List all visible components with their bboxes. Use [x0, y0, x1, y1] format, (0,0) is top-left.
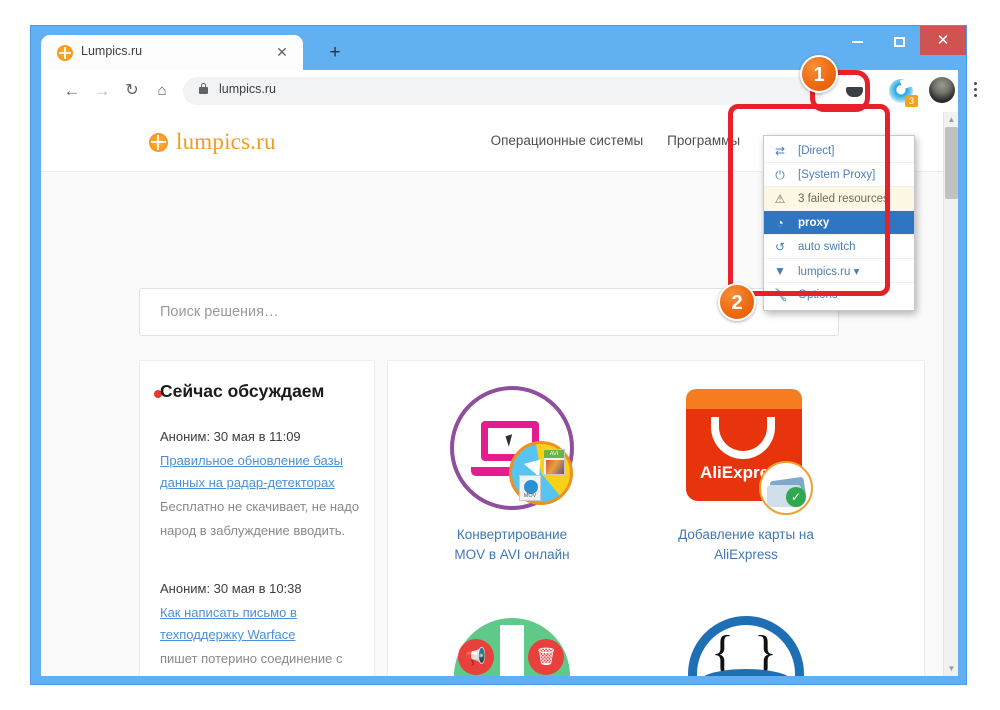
page-scrollbar[interactable]: ▲ ▼ [943, 112, 958, 676]
comment-link[interactable]: Правильное обновление базы [160, 450, 360, 472]
scrollbar-thumb[interactable] [945, 127, 958, 199]
article-title[interactable]: MOV в AVI онлайн [416, 545, 608, 565]
minimize-window-button[interactable] [836, 26, 878, 55]
extension-badge-count: 3 [905, 95, 918, 107]
scroll-down-arrow-icon[interactable]: ▼ [944, 661, 958, 676]
discussions-panel: Сейчас обсуждаем Аноним: 30 мая в 11:09 … [139, 360, 375, 676]
article-tile-mkv[interactable]: { } MKV Чем открыть [650, 611, 842, 676]
bank-card-icon: ✓ [759, 461, 813, 515]
maximize-window-button[interactable] [878, 26, 920, 55]
address-bar-url: lumpics.ru [219, 82, 276, 96]
home-icon[interactable]: ⌂ [149, 78, 175, 104]
discussions-title: Сейчас обсуждаем [160, 381, 325, 401]
mov-file-icon: MOV [519, 475, 541, 501]
comment-meta: Аноним: 30 мая в 10:38 [160, 581, 302, 596]
close-window-button[interactable]: ✕ [920, 26, 966, 55]
articles-panel: AVI MOV Конвертирование MOV в AVI онлайн… [387, 360, 925, 676]
comment-text: сервиром пасле первого матча [160, 672, 360, 676]
forward-arrow-icon[interactable]: → [89, 78, 115, 104]
site-search-placeholder: Поиск решения… [160, 304, 279, 320]
trash-icon: 🗑 [528, 639, 564, 675]
list-item: Аноним: 30 мая в 10:38 Как написать пись… [160, 581, 360, 676]
proxy-extension-button[interactable]: 3 [886, 76, 918, 107]
article-tile-mov-avi[interactable]: AVI MOV Конвертирование MOV в AVI онлайн [416, 383, 608, 565]
profile-avatar[interactable] [929, 77, 955, 103]
nav-item-operating-systems[interactable]: Операционные системы [491, 133, 644, 148]
tab-title: Lumpics.ru [81, 44, 143, 58]
address-bar[interactable]: lumpics.ru [183, 77, 823, 105]
mkv-icon: { } MKV [681, 611, 811, 676]
site-logo-text: lumpics.ru [176, 129, 276, 154]
aliexpress-icon: AliExpress ✓ [681, 383, 813, 515]
reload-icon[interactable]: ↻ [119, 78, 145, 104]
orange-slice-logo-icon [149, 132, 168, 152]
site-logo[interactable]: lumpics.ru [149, 129, 276, 155]
new-tab-button[interactable]: + [323, 42, 347, 66]
avi-file-icon: AVI [543, 449, 565, 475]
comment-link[interactable]: данных на радар-детекторах [160, 472, 360, 494]
scroll-up-arrow-icon[interactable]: ▲ [944, 112, 958, 127]
comment-text: народ в заблуждение вводить. [160, 523, 346, 538]
close-tab-icon[interactable]: ✕ [273, 43, 291, 61]
article-title[interactable]: Конвертирование [416, 525, 608, 545]
comment-link[interactable]: Как написать письмо в [160, 602, 360, 624]
annotation-highlight-dropdown-menu [728, 104, 890, 296]
comment-text: Бесплатно не скачивает, не надо [160, 499, 360, 514]
back-arrow-icon[interactable]: ← [59, 78, 85, 104]
article-title[interactable]: AliExpress [650, 545, 842, 565]
torrent-icon: TORRENT 📢 🗑 [447, 611, 577, 676]
mov-to-avi-icon: AVI MOV [447, 383, 577, 513]
article-title[interactable]: Добавление карты на [650, 525, 842, 545]
annotation-number-2: 2 [718, 283, 756, 321]
chrome-menu-icon[interactable] [966, 79, 984, 101]
comment-text: пишет потерино соединение с [160, 651, 343, 666]
comment-link[interactable]: техподдержку Warface [160, 624, 360, 646]
browser-tab[interactable]: Lumpics.ru ✕ [41, 35, 303, 70]
annotation-number-1: 1 [800, 55, 838, 93]
megaphone-icon: 📢 [458, 639, 494, 675]
lock-icon [199, 83, 208, 94]
lumpics-favicon-icon [57, 45, 73, 61]
article-tile-adblock[interactable]: TORRENT 📢 🗑 Отключение рекламы [416, 611, 608, 676]
article-tile-aliexpress[interactable]: AliExpress ✓ Добавление карты на AliExpr… [650, 383, 842, 565]
list-item: Аноним: 30 мая в 11:09 Правильное обновл… [160, 429, 360, 542]
comment-meta: Аноним: 30 мая в 11:09 [160, 429, 301, 444]
